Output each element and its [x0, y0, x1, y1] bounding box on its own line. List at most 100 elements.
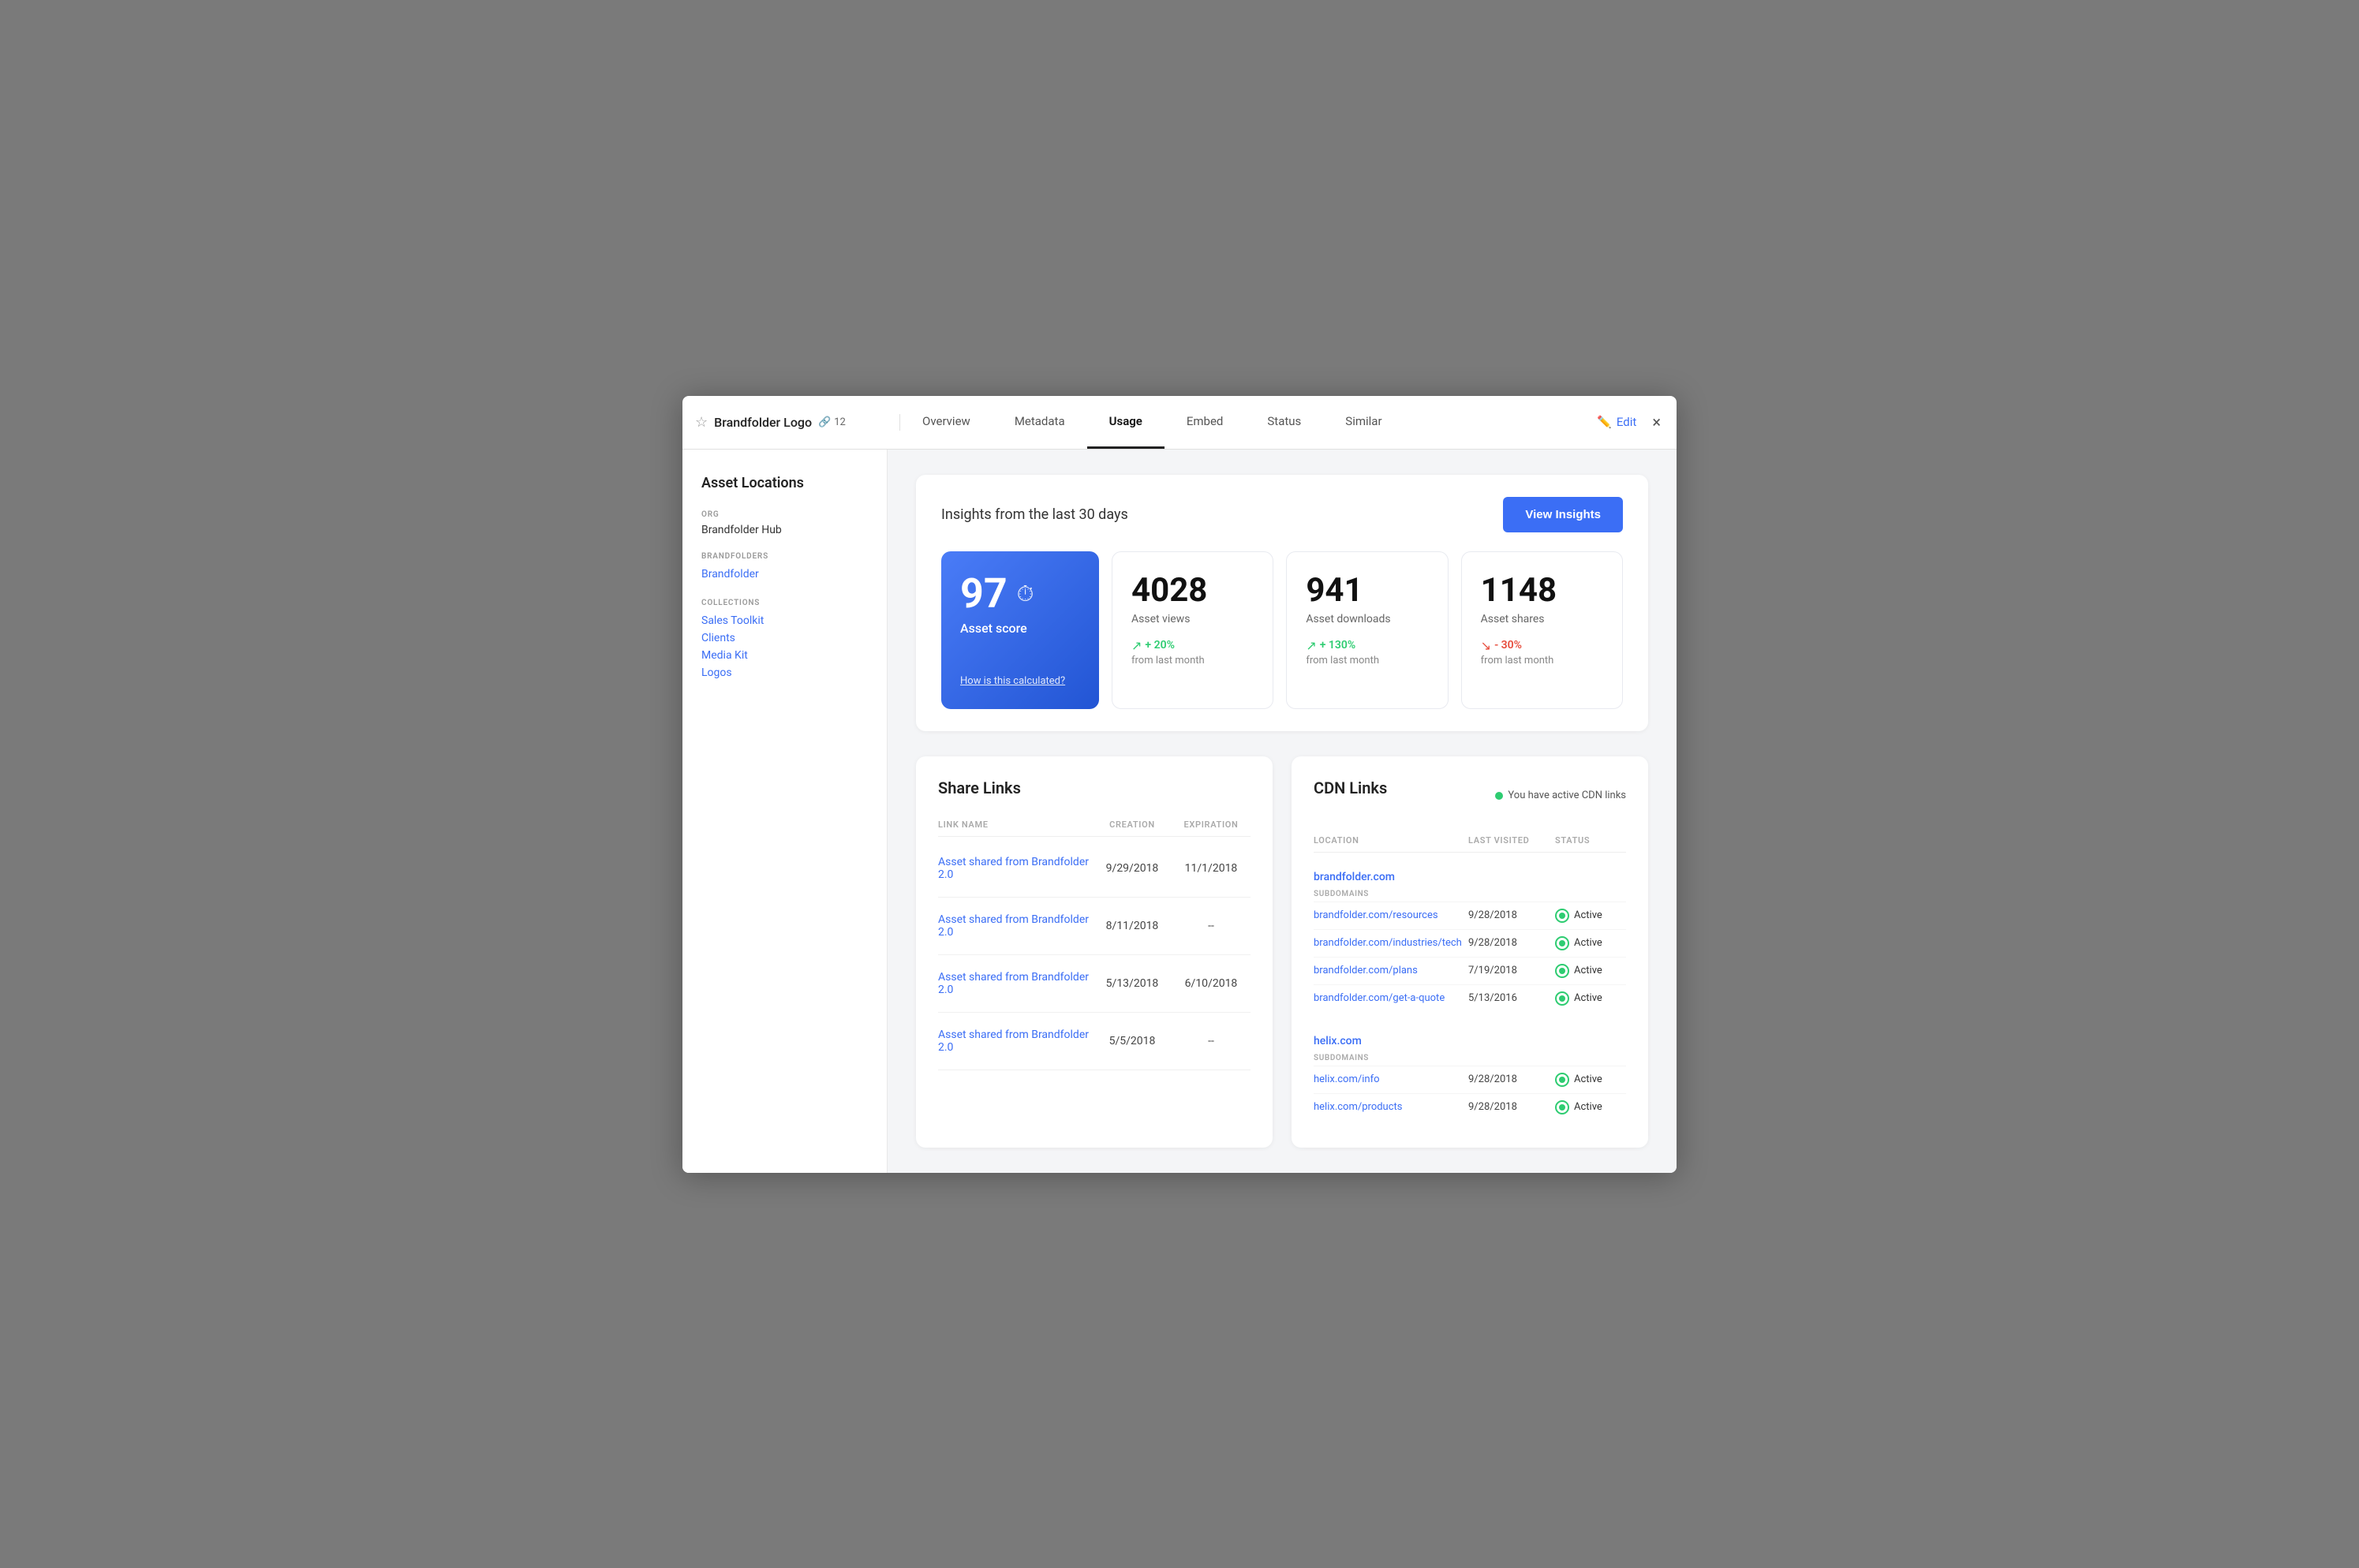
cdn-domain-0[interactable]: brandfolder.com — [1314, 871, 1395, 883]
cdn-url-1-0[interactable]: helix.com/info — [1314, 1073, 1468, 1085]
sidebar-item-brandfolder[interactable]: Brandfolder — [701, 566, 868, 583]
metric-downloads-from: from last month — [1306, 655, 1428, 666]
metric-downloads-change: + 130% — [1320, 639, 1356, 651]
sidebar-org-name: Brandfolder Hub — [701, 524, 868, 536]
cdn-row: brandfolder.com/get-a-quote 5/13/2016 Ac… — [1314, 984, 1626, 1012]
header-actions: ✏️ Edit × — [1584, 409, 1664, 435]
cdn-active-icon — [1555, 964, 1569, 978]
cdn-row: brandfolder.com/industries/tech 9/28/201… — [1314, 929, 1626, 957]
share-expiration-2: 6/10/2018 — [1172, 977, 1251, 990]
sidebar-brandfolders-label: BRANDFOLDERS — [701, 552, 868, 561]
table-row: Asset shared from Brandfolder 2.0 9/29/2… — [938, 840, 1251, 898]
th-creation: CREATION — [1093, 819, 1172, 830]
metric-shares-value: 1148 — [1481, 571, 1603, 610]
cdn-status-0-3: Active — [1555, 991, 1626, 1006]
active-dot-icon — [1495, 792, 1503, 800]
share-link-1[interactable]: Asset shared from Brandfolder 2.0 — [938, 913, 1093, 939]
cdn-links-title: CDN Links — [1314, 778, 1387, 797]
pencil-icon: ✏️ — [1597, 415, 1612, 429]
th-expiration: EXPIRATION — [1172, 819, 1251, 830]
sidebar-item-logos[interactable]: Logos — [701, 664, 868, 681]
cdn-active-icon — [1555, 909, 1569, 923]
sidebar-item-clients[interactable]: Clients — [701, 629, 868, 647]
asset-title-area: ☆ Brandfolder Logo 🔗 12 — [695, 414, 900, 431]
cdn-active-icon — [1555, 991, 1569, 1006]
share-links-table: LINK NAME CREATION EXPIRATION Asset shar… — [938, 813, 1251, 1070]
edit-button[interactable]: ✏️ Edit — [1597, 415, 1636, 429]
tab-usage[interactable]: Usage — [1087, 396, 1165, 449]
link-icon: 🔗 — [818, 416, 831, 428]
share-link-2[interactable]: Asset shared from Brandfolder 2.0 — [938, 971, 1093, 996]
tab-metadata[interactable]: Metadata — [993, 396, 1087, 449]
cdn-status-0-0: Active — [1555, 909, 1626, 923]
metric-card-downloads: 941 Asset downloads ↗ + 130% from last m… — [1286, 551, 1448, 709]
cdn-table-header: LOCATION LAST VISITED STATUS — [1314, 829, 1626, 853]
link-count-badge: 🔗 12 — [818, 416, 846, 428]
cdn-th-last-visited: LAST VISITED — [1468, 835, 1555, 846]
cdn-url-1-1[interactable]: helix.com/products — [1314, 1101, 1468, 1113]
cdn-domain-row-0: brandfolder.com SUBDOMAINS brandfolder.c… — [1314, 859, 1626, 1017]
metric-downloads-value: 941 — [1306, 571, 1428, 610]
header: ☆ Brandfolder Logo 🔗 12 Overview Metadat… — [682, 396, 1677, 450]
tab-overview[interactable]: Overview — [900, 396, 993, 449]
share-links-title: Share Links — [938, 778, 1251, 797]
main-content: Insights from the last 30 days View Insi… — [888, 450, 1677, 1173]
insights-title: Insights from the last 30 days — [941, 506, 1128, 523]
sidebar-item-media-kit[interactable]: Media Kit — [701, 647, 868, 664]
cdn-subdomains-label-0: SUBDOMAINS — [1314, 883, 1626, 902]
cdn-status-1-0: Active — [1555, 1073, 1626, 1087]
view-insights-button[interactable]: View Insights — [1503, 497, 1623, 532]
cdn-status-1-1: Active — [1555, 1100, 1626, 1114]
metric-downloads-change-row: ↗ + 130% — [1306, 638, 1428, 653]
metric-shares-change-row: ↘ - 30% — [1481, 638, 1603, 653]
sidebar-title: Asset Locations — [701, 475, 868, 491]
cdn-domain-1[interactable]: helix.com — [1314, 1035, 1362, 1047]
link-count: 12 — [834, 416, 846, 428]
cdn-url-0-2[interactable]: brandfolder.com/plans — [1314, 965, 1468, 976]
cdn-date-1-0: 9/28/2018 — [1468, 1073, 1555, 1085]
share-expiration-1: -- — [1172, 920, 1251, 932]
arrow-up-icon: ↗ — [1131, 638, 1142, 653]
score-top: 97 ⏱ — [960, 573, 1080, 614]
metric-views-value: 4028 — [1131, 571, 1254, 610]
cdn-row: brandfolder.com/resources 9/28/2018 Acti… — [1314, 902, 1626, 929]
cdn-url-0-0[interactable]: brandfolder.com/resources — [1314, 909, 1468, 921]
cdn-table: LOCATION LAST VISITED STATUS brandfolder… — [1314, 829, 1626, 1126]
bottom-row: Share Links LINK NAME CREATION EXPIRATIO… — [916, 756, 1648, 1148]
cdn-active-icon — [1555, 1100, 1569, 1114]
cdn-row: brandfolder.com/plans 7/19/2018 Active — [1314, 957, 1626, 984]
main-window: ☆ Brandfolder Logo 🔗 12 Overview Metadat… — [682, 396, 1677, 1173]
tab-embed[interactable]: Embed — [1165, 396, 1246, 449]
cdn-links-section: CDN Links You have active CDN links LOCA… — [1292, 756, 1648, 1148]
share-creation-1: 8/11/2018 — [1093, 920, 1172, 932]
arrow-down-icon: ↘ — [1481, 638, 1491, 653]
cdn-date-0-0: 9/28/2018 — [1468, 909, 1555, 921]
star-icon[interactable]: ☆ — [695, 414, 708, 431]
share-link-0[interactable]: Asset shared from Brandfolder 2.0 — [938, 856, 1093, 881]
tab-similar[interactable]: Similar — [1323, 396, 1404, 449]
body: Asset Locations ORG Brandfolder Hub BRAN… — [682, 450, 1677, 1173]
score-calc-link[interactable]: How is this calculated? — [960, 675, 1065, 687]
close-button[interactable]: × — [1649, 409, 1664, 435]
cdn-status-0-2: Active — [1555, 964, 1626, 978]
share-expiration-0: 11/1/2018 — [1172, 862, 1251, 875]
sidebar-collections-label: COLLECTIONS — [701, 599, 868, 607]
sidebar-item-sales-toolkit[interactable]: Sales Toolkit — [701, 612, 868, 629]
share-link-3[interactable]: Asset shared from Brandfolder 2.0 — [938, 1029, 1093, 1054]
cdn-th-status: STATUS — [1555, 835, 1626, 846]
sidebar-org-label: ORG — [701, 510, 868, 519]
metric-shares-label: Asset shares — [1481, 613, 1603, 625]
cdn-url-0-1[interactable]: brandfolder.com/industries/tech — [1314, 937, 1468, 949]
insights-header: Insights from the last 30 days View Insi… — [941, 497, 1623, 532]
cdn-url-0-3[interactable]: brandfolder.com/get-a-quote — [1314, 992, 1468, 1004]
metric-card-shares: 1148 Asset shares ↘ - 30% from last mont… — [1461, 551, 1623, 709]
cdn-active-icon — [1555, 936, 1569, 950]
tab-status[interactable]: Status — [1245, 396, 1323, 449]
table-row: Asset shared from Brandfolder 2.0 5/13/2… — [938, 955, 1251, 1013]
cdn-domain-row-1: helix.com SUBDOMAINS helix.com/info 9/28… — [1314, 1023, 1626, 1126]
metric-views-change: + 20% — [1145, 639, 1175, 651]
cdn-subdomains-label-1: SUBDOMAINS — [1314, 1047, 1626, 1066]
share-creation-3: 5/5/2018 — [1093, 1035, 1172, 1047]
gauge-icon: ⏱ — [1017, 581, 1034, 607]
sidebar: Asset Locations ORG Brandfolder Hub BRAN… — [682, 450, 888, 1173]
